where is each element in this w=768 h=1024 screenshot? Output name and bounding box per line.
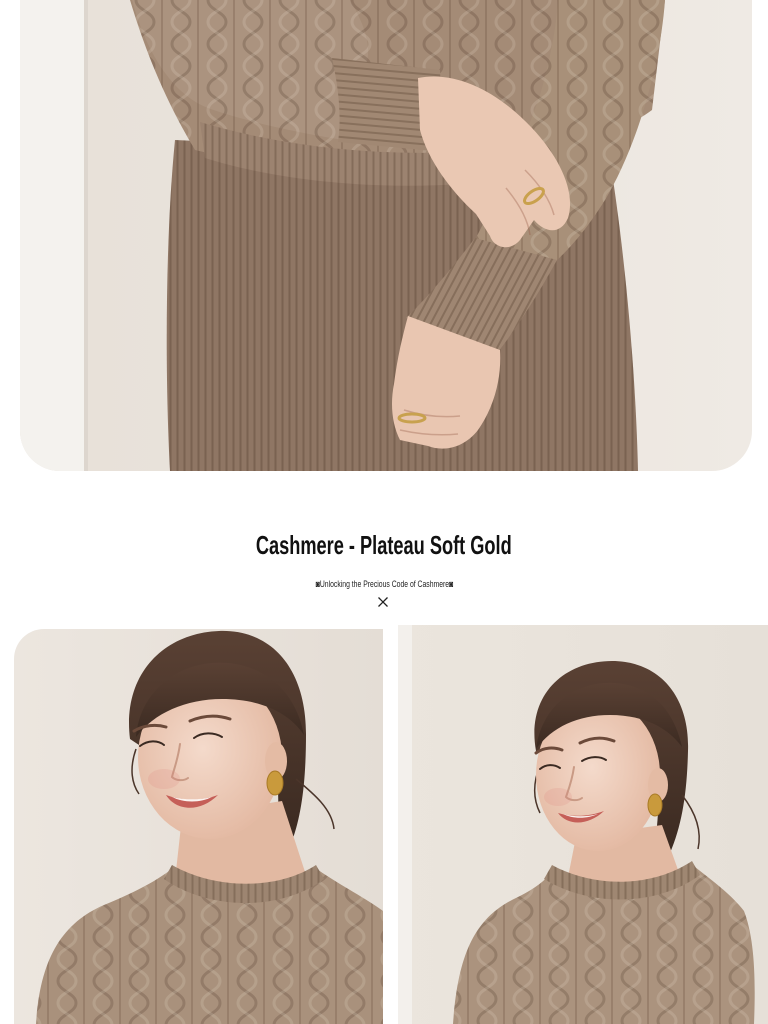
cross-icon <box>377 596 389 608</box>
wall-light-panel <box>20 0 86 471</box>
model-photo-right <box>398 625 768 1024</box>
wall-panel-edge <box>84 0 88 471</box>
product-detail-page: Cashmere - Plateau Soft Gold ◙Unlocking … <box>0 0 768 1024</box>
product-title: Cashmere - Plateau Soft Gold <box>256 530 512 560</box>
product-subtitle: ◙Unlocking the Precious Code of Cashmere… <box>315 579 453 589</box>
top-photo-illustration <box>20 0 752 471</box>
gold-earring <box>647 793 663 817</box>
gold-earring <box>266 770 284 796</box>
cheek-blush <box>544 788 572 806</box>
right-portrait-illustration <box>398 625 768 1024</box>
cross-icon-graphic <box>378 597 388 607</box>
wall-light-strip <box>398 625 412 1024</box>
title-block: Cashmere - Plateau Soft Gold <box>0 528 768 562</box>
cheek-blush <box>148 769 180 789</box>
subtitle-block: ◙Unlocking the Precious Code of Cashmere… <box>0 574 768 589</box>
top-product-photo <box>20 0 752 471</box>
left-portrait-illustration <box>14 629 383 1024</box>
model-photo-left <box>14 629 383 1024</box>
